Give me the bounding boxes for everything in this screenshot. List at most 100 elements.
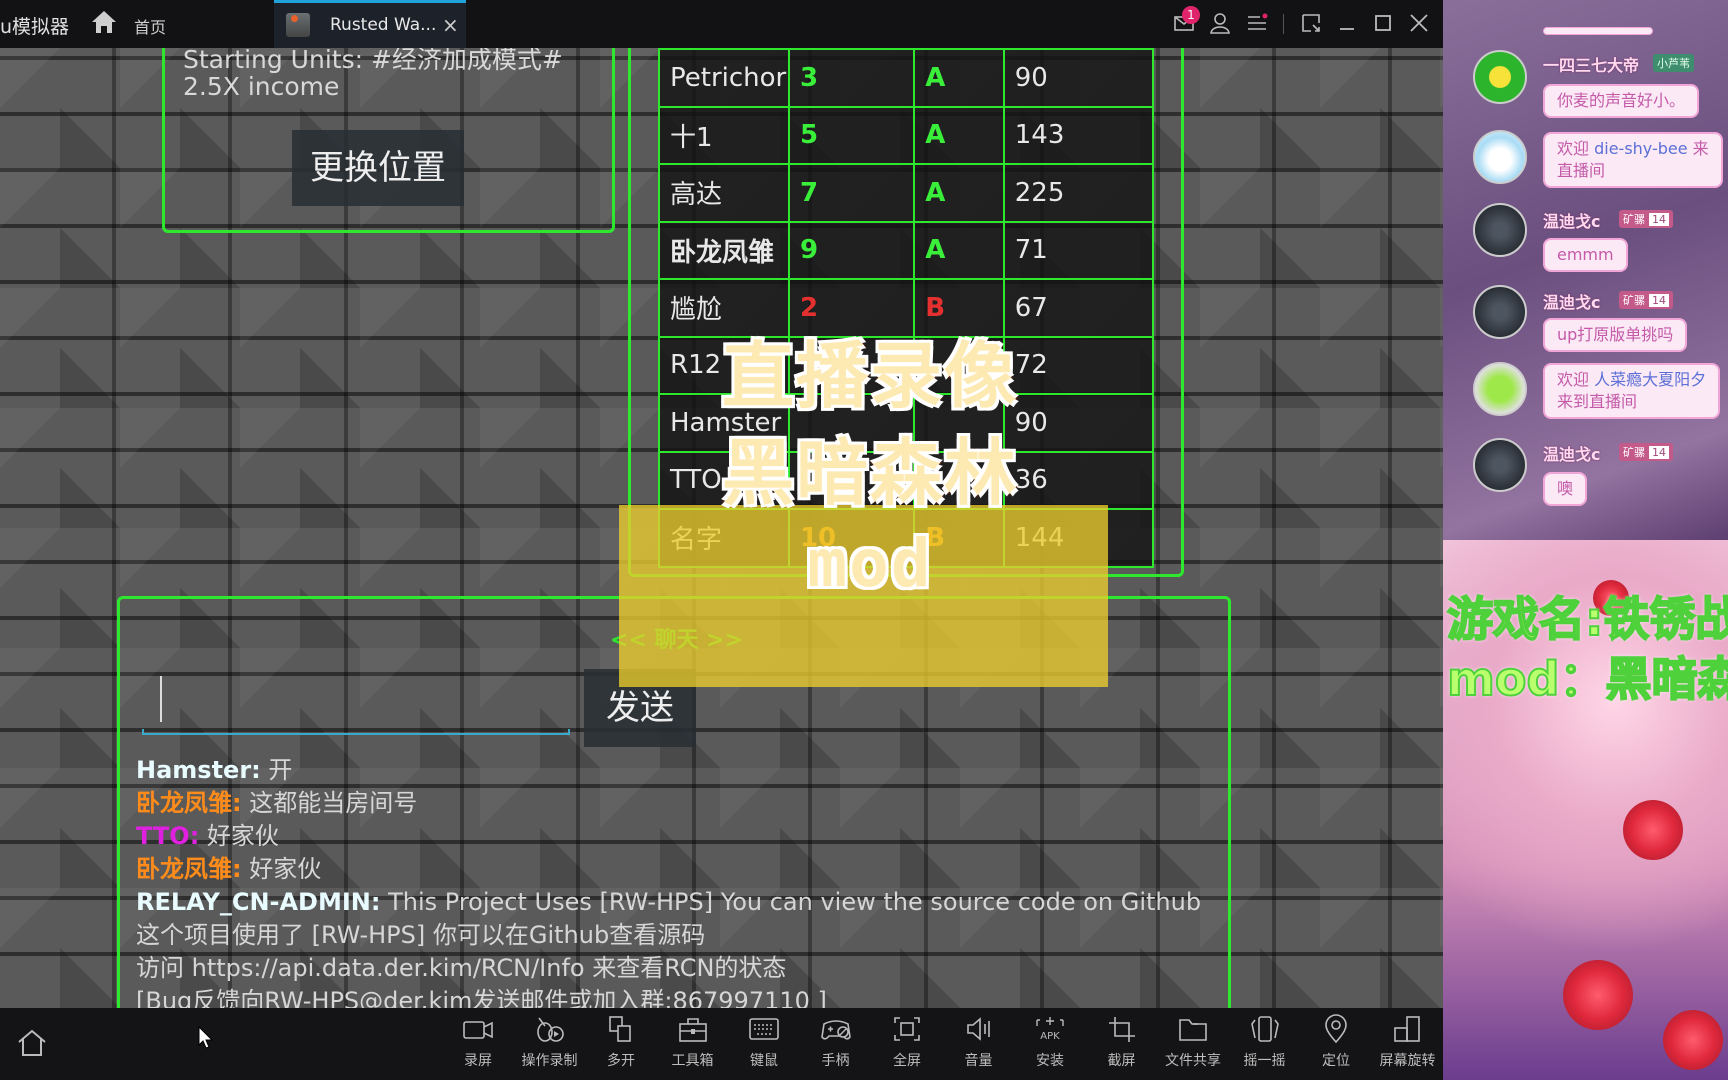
chat-message: Hamster: 开 xyxy=(136,754,1216,787)
viewer-avatar[interactable] xyxy=(1473,438,1527,492)
player-row[interactable]: 十1 5 A 143 xyxy=(658,105,1155,165)
fullscreen-icon xyxy=(894,1017,920,1041)
minimize-icon[interactable] xyxy=(1336,12,1358,34)
player-value: 90 xyxy=(1002,48,1155,108)
viewer-avatar[interactable] xyxy=(1473,285,1527,339)
multi-instance-icon xyxy=(609,1016,631,1042)
chat-bubble: emmm xyxy=(1543,238,1628,272)
toolbar-button-video-record[interactable]: 录屏 xyxy=(442,1014,514,1076)
toolbar-button-apk-install[interactable]: APK 安装 xyxy=(1014,1014,1086,1076)
rotate-screen-icon xyxy=(1393,1016,1420,1042)
viewer-avatar[interactable] xyxy=(1473,50,1527,104)
toolbar-label: 工具箱 xyxy=(671,1053,714,1069)
stream-caption-game: 游戏名:铁锈战 xyxy=(1446,591,1728,647)
chat-bubble: up打原版单挑吗 xyxy=(1543,318,1688,352)
welcome-message: 欢迎 人菜瘾大夏阳夕 来到直播间 xyxy=(1543,363,1721,419)
toolbar-label: 定位 xyxy=(1322,1053,1350,1069)
decorative-flower xyxy=(1663,1010,1723,1070)
toolbar-button-shake[interactable]: 摇一摇 xyxy=(1229,1014,1301,1076)
menu-icon[interactable] xyxy=(1246,12,1268,34)
chat-sender: 卧龙凤雏: xyxy=(136,855,242,883)
player-team: 9 xyxy=(787,220,916,280)
overlay-title-line3: mod xyxy=(806,524,933,604)
viewer-avatar[interactable] xyxy=(1473,130,1527,184)
toolbar-button-gamepad[interactable]: 手柄 xyxy=(800,1014,872,1076)
toolbar-label: 键鼠 xyxy=(750,1053,778,1069)
chat-sender: TTO: xyxy=(136,822,200,850)
toolbar-button-location-pin[interactable]: 定位 xyxy=(1300,1014,1372,1076)
chat-message: RELAY_CN-ADMIN: This Project Uses [RW-HP… xyxy=(136,886,1216,919)
viewer-avatar[interactable] xyxy=(1473,203,1527,257)
chat-message: 卧龙凤雏: 这都能当房间号 xyxy=(136,787,1216,820)
chat-sender: RELAY_CN-ADMIN: xyxy=(136,888,381,916)
close-window-icon[interactable] xyxy=(1408,12,1430,34)
player-row[interactable]: Petrichor 3 A 90 xyxy=(658,48,1155,108)
game-app-icon xyxy=(286,13,310,37)
player-row[interactable]: 尴尬 2 B 67 xyxy=(658,278,1155,338)
home-icon[interactable] xyxy=(90,9,118,35)
fan-badge-name: 矿骡 xyxy=(1623,446,1645,459)
chat-log: Hamster: 开卧龙凤雏: 这都能当房间号 TTO: 好家伙 卧龙凤雏: 好家伙… xyxy=(136,754,1216,1008)
chat-text: 这个项目使用了 [RW-HPS] 你可以在Github查看源码 xyxy=(136,921,706,949)
player-name: 高达 xyxy=(658,163,790,223)
toolbar-button-crop-screenshot[interactable]: 截屏 xyxy=(1086,1014,1158,1076)
decorative-flower xyxy=(1623,800,1683,860)
live-stream-panel: 一四三七大帝 小芦苇 你麦的声音好小。 欢迎 die-shy-bee 来直播间 温迪戈c… xyxy=(1443,0,1728,1080)
player-team: 2 xyxy=(787,278,916,338)
crop-screenshot-icon xyxy=(1108,1017,1135,1042)
toolbar-label: 多开 xyxy=(607,1053,635,1069)
home-tab[interactable]: 首页 xyxy=(134,14,166,38)
maximize-icon[interactable] xyxy=(1372,12,1394,34)
player-team: 5 xyxy=(787,105,916,165)
game-screen[interactable]: Starting Units: #经济加成模式# 2.5X income 更换位… xyxy=(0,48,1443,1008)
chat-input-cursor xyxy=(160,676,162,722)
toolbar-button-fullscreen[interactable]: 全屏 xyxy=(871,1014,943,1076)
player-grade: A xyxy=(913,105,1005,165)
location-pin-icon xyxy=(1325,1014,1347,1044)
viewer-name: 温迪戈c xyxy=(1543,293,1601,312)
pin-window-icon[interactable] xyxy=(1300,12,1322,34)
toolbar-button-macro-record[interactable]: 操作录制 xyxy=(514,1014,586,1076)
player-grade: A xyxy=(913,163,1005,223)
player-team: 7 xyxy=(787,163,916,223)
player-grade: B xyxy=(913,278,1005,338)
toolbar-button-keyboard[interactable]: 键鼠 xyxy=(728,1014,800,1076)
player-row[interactable]: 卧龙凤雏 9 A 71 xyxy=(658,220,1155,280)
chat-message: 访问 https://api.data.der.kim/RCN/Info 来查看… xyxy=(136,952,1216,985)
chat-input[interactable] xyxy=(142,729,570,735)
chat-text: [Bug反馈向RW-HPS@der.kim发送邮件或加入群:867997110 … xyxy=(136,987,827,1008)
player-value: 143 xyxy=(1002,105,1155,165)
volume-icon xyxy=(966,1017,990,1041)
fan-badge: 矿骡 14 xyxy=(1619,291,1673,309)
shake-icon xyxy=(1250,1016,1279,1042)
fan-badge: 矿骡 14 xyxy=(1619,210,1673,228)
toolbar-button-volume[interactable]: 音量 xyxy=(943,1014,1015,1076)
svg-text:APK: APK xyxy=(1040,1031,1060,1042)
close-tab-icon[interactable]: × xyxy=(442,13,459,37)
viewer-name: 一四三七大帝 xyxy=(1543,56,1640,75)
toolbar-button-folder-share[interactable]: 文件共享 xyxy=(1157,1014,1229,1076)
player-grade: A xyxy=(913,220,1005,280)
change-position-button[interactable]: 更换位置 xyxy=(292,130,464,206)
android-home-icon[interactable] xyxy=(16,1028,48,1058)
user-icon[interactable] xyxy=(1209,12,1231,34)
toolbar-button-rotate-screen[interactable]: 屏幕旋转 xyxy=(1372,1014,1444,1076)
chat-text: 访问 https://api.data.der.kim/RCN/Info 来查看… xyxy=(136,954,787,982)
toolbar-label: 文件共享 xyxy=(1165,1053,1221,1069)
toolbar-button-toolbox[interactable]: 工具箱 xyxy=(657,1014,729,1076)
welcome-username[interactable]: 人菜瘾大夏阳夕 xyxy=(1594,370,1706,389)
welcome-username[interactable]: die-shy-bee xyxy=(1594,139,1688,158)
player-row[interactable]: 高达 7 A 225 xyxy=(658,163,1155,223)
player-name: 卧龙凤雏 xyxy=(658,220,790,280)
fan-badge-level: 14 xyxy=(1649,446,1669,459)
player-value: 67 xyxy=(1002,278,1155,338)
player-grade: A xyxy=(913,48,1005,108)
tab-rusted-warfare[interactable]: Rusted Wa... × xyxy=(274,0,466,48)
player-name: 十1 xyxy=(658,105,790,165)
player-team: 3 xyxy=(787,48,916,108)
viewer-avatar[interactable] xyxy=(1473,362,1527,416)
apk-install-icon: APK xyxy=(1036,1017,1064,1042)
keyboard-icon xyxy=(749,1018,779,1040)
toolbar-button-multi-instance[interactable]: 多开 xyxy=(585,1014,657,1076)
toolbar-label: 操作录制 xyxy=(521,1053,578,1069)
